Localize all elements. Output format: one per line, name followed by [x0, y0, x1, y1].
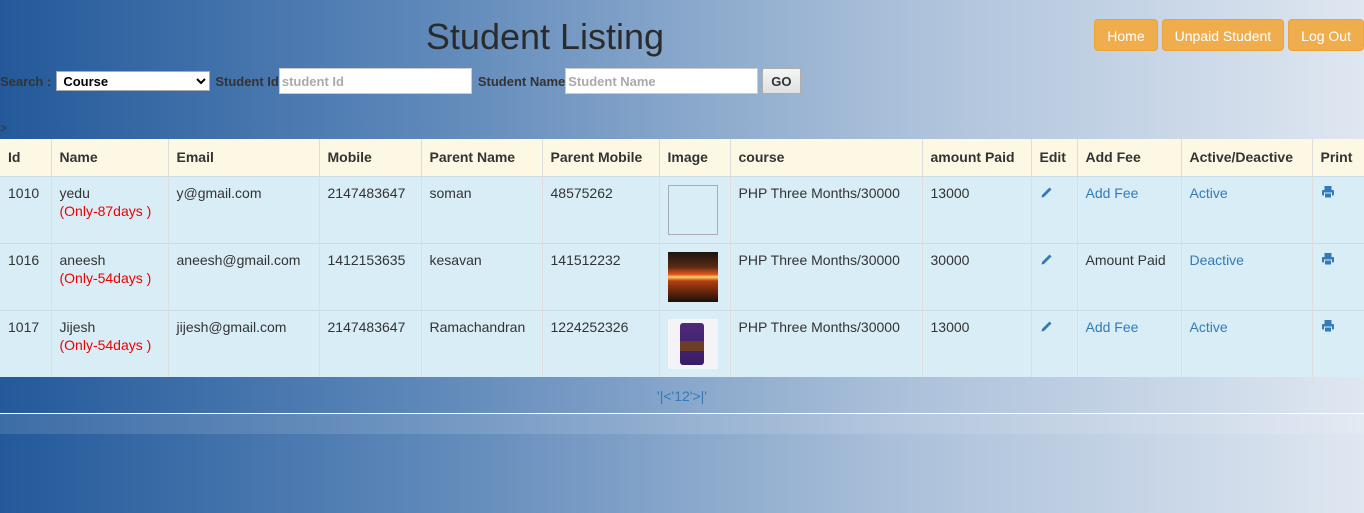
column-header: course	[730, 139, 923, 176]
printer-icon[interactable]	[1321, 252, 1335, 266]
student-name: Jijesh	[59, 318, 96, 335]
column-header: Email	[168, 139, 320, 176]
column-header: Print	[1312, 139, 1364, 176]
cell-print	[1312, 242, 1364, 310]
cell-course: PHP Three Months/30000	[730, 242, 923, 310]
cell-course: PHP Three Months/30000	[730, 309, 923, 377]
cell-image	[659, 175, 731, 243]
cell-parent-mobile: 141512232	[542, 242, 660, 310]
pagination: '|<'12'>|'	[0, 388, 1364, 404]
cell-edit	[1031, 175, 1078, 243]
cell-print	[1312, 309, 1364, 377]
days-remaining: (Only-54days )	[59, 336, 152, 353]
column-header: Active/Deactive	[1181, 139, 1313, 176]
printer-icon[interactable]	[1321, 319, 1335, 333]
cell-parent-name: soman	[421, 175, 543, 243]
logout-button[interactable]: Log Out	[1288, 19, 1364, 51]
cell-email: jijesh@gmail.com	[168, 309, 320, 377]
cell-amount-paid: 30000	[922, 242, 1032, 310]
column-header: Name	[51, 139, 169, 176]
chocolate-stripe	[679, 340, 704, 351]
footer-strip	[0, 414, 1364, 434]
cell-parent-mobile: 48575262	[542, 175, 660, 243]
cell-parent-mobile: 1224252326	[542, 309, 660, 377]
cell-id: 1010	[0, 175, 52, 243]
cell-id: 1016	[0, 242, 52, 310]
cell-email: y@gmail.com	[168, 175, 320, 243]
cell-edit	[1031, 309, 1078, 377]
search-bar: Search : Course Student Id Student Name …	[0, 68, 801, 94]
days-remaining: (Only-87days )	[59, 202, 152, 219]
cell-print	[1312, 175, 1364, 243]
status-toggle-link[interactable]: Deactive	[1190, 252, 1244, 268]
top-nav: Home Unpaid Student Log Out	[1094, 19, 1364, 51]
pencil-icon[interactable]	[1040, 252, 1054, 266]
go-button[interactable]: GO	[762, 68, 801, 94]
student-name-input[interactable]	[565, 68, 759, 94]
stray-text: >	[0, 121, 8, 135]
cell-name: yedu (Only-87days )	[51, 175, 169, 243]
cell-name: Jijesh (Only-54days )	[51, 309, 169, 377]
student-name: aneesh	[59, 251, 106, 268]
add-fee-link[interactable]: Add Fee	[1086, 319, 1139, 335]
table-row: 1010 yedu (Only-87days ) y@gmail.com 214…	[0, 175, 1364, 243]
cell-status: Deactive	[1181, 242, 1313, 310]
student-table: Id Name Email Mobile Parent Name Parent …	[0, 139, 1364, 377]
broken-image	[667, 184, 718, 235]
table-row: 1017 Jijesh (Only-54days ) jijesh@gmail.…	[0, 309, 1364, 377]
cell-add-fee: Add Fee	[1077, 309, 1182, 377]
search-label: Search :	[0, 73, 52, 89]
student-name-label: Student Name	[477, 73, 566, 89]
cell-mobile: 2147483647	[319, 309, 422, 377]
cell-parent-name: kesavan	[421, 242, 543, 310]
student-id-label: Student Id	[215, 73, 279, 89]
cell-parent-name: Ramachandran	[421, 309, 543, 377]
column-header: Mobile	[319, 139, 422, 176]
column-header: Add Fee	[1077, 139, 1182, 176]
pencil-icon[interactable]	[1040, 185, 1054, 199]
column-header: Parent Mobile	[542, 139, 660, 176]
cell-name: aneesh (Only-54days )	[51, 242, 169, 310]
table-header-row: Id Name Email Mobile Parent Name Parent …	[0, 139, 1364, 176]
status-toggle-link[interactable]: Active	[1190, 185, 1228, 201]
student-name: yedu	[59, 184, 90, 201]
cell-add-fee: Add Fee	[1077, 175, 1182, 243]
cell-course: PHP Three Months/30000	[730, 175, 923, 243]
status-toggle-link[interactable]: Active	[1190, 319, 1228, 335]
column-header: Image	[659, 139, 731, 176]
cell-email: aneesh@gmail.com	[168, 242, 320, 310]
page-title: Student Listing	[425, 16, 665, 57]
cell-amount-paid: 13000	[922, 309, 1032, 377]
cell-amount-paid: 13000	[922, 175, 1032, 243]
days-remaining: (Only-54days )	[59, 269, 152, 286]
column-header: amount Paid	[922, 139, 1032, 176]
amount-paid-status: Amount Paid	[1085, 251, 1166, 268]
add-fee-link[interactable]: Add Fee	[1086, 185, 1139, 201]
chocolate-image	[667, 318, 718, 369]
cell-add-fee: Amount Paid	[1077, 242, 1182, 310]
pagination-links[interactable]: '|<'12'>|'	[657, 388, 707, 404]
home-button[interactable]: Home	[1094, 19, 1158, 51]
cell-mobile: 2147483647	[319, 175, 422, 243]
column-header: Edit	[1031, 139, 1078, 176]
cell-id: 1017	[0, 309, 52, 377]
column-header: Parent Name	[421, 139, 543, 176]
pencil-icon[interactable]	[1040, 319, 1054, 333]
student-id-input[interactable]	[278, 68, 472, 94]
table-row: 1016 aneesh (Only-54days ) aneesh@gmail.…	[0, 242, 1364, 310]
cell-edit	[1031, 242, 1078, 310]
cell-status: Active	[1181, 309, 1313, 377]
sunset-image	[667, 251, 718, 302]
cell-mobile: 1412153635	[319, 242, 422, 310]
cell-image	[659, 242, 731, 310]
unpaid-student-button[interactable]: Unpaid Student	[1161, 19, 1285, 51]
search-course-select[interactable]: Course	[56, 71, 211, 91]
cell-status: Active	[1181, 175, 1313, 243]
cell-image	[659, 309, 731, 377]
column-header: Id	[0, 139, 52, 176]
printer-icon[interactable]	[1321, 185, 1335, 199]
